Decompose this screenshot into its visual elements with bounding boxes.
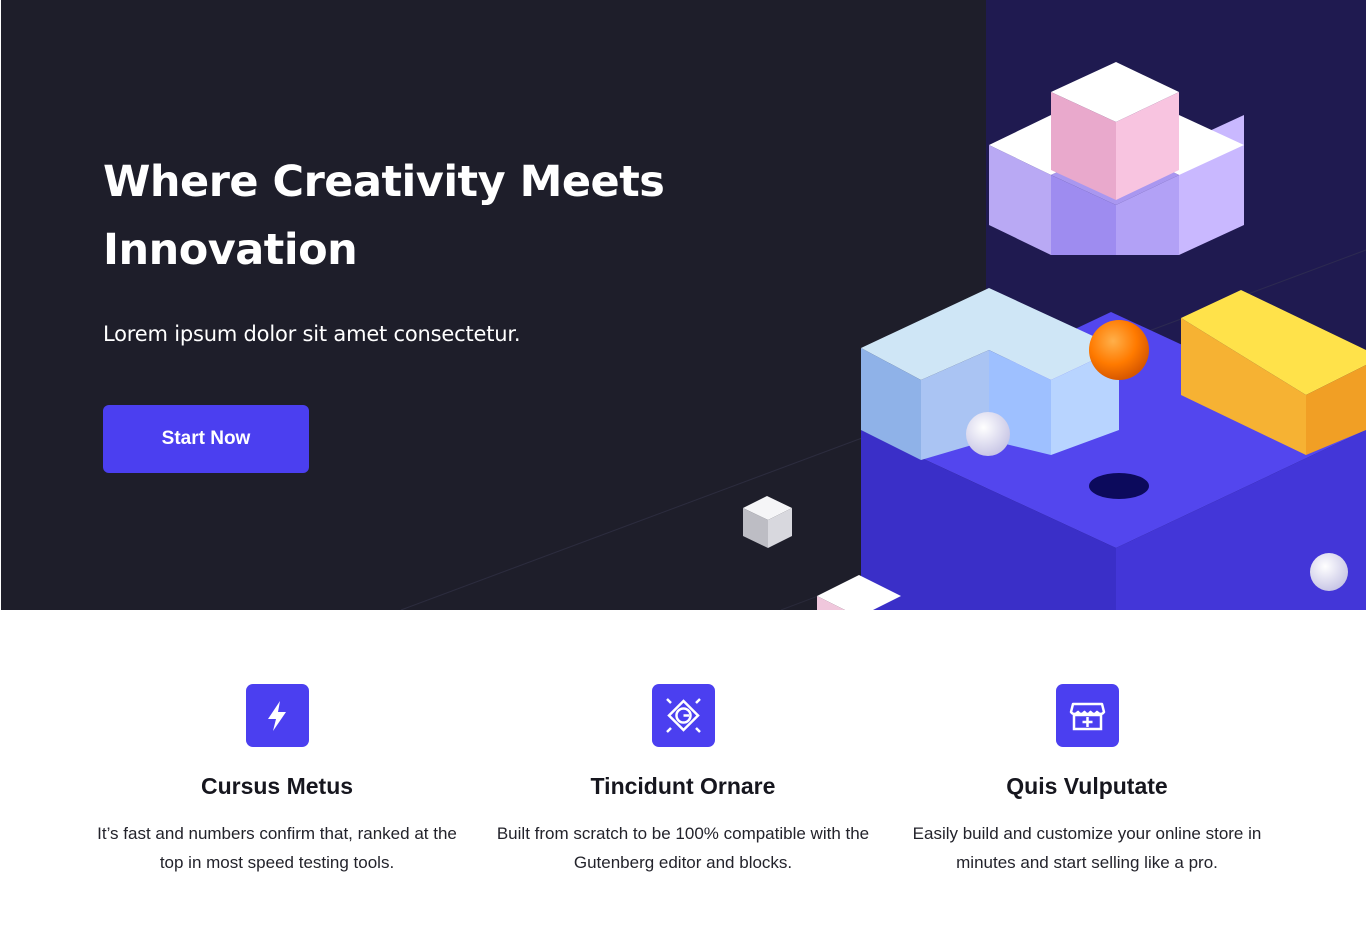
- hero-content: Where Creativity Meets Innovation Lorem …: [103, 148, 723, 348]
- feature-description: Easily build and customize your online s…: [912, 824, 1262, 872]
- feature-description: It’s fast and numbers confirm that, rank…: [97, 824, 457, 872]
- hero-section: Where Creativity Meets Innovation Lorem …: [1, 0, 1366, 610]
- lightning-bolt-icon: [245, 684, 309, 747]
- feature-card: Quis Vulputate Easily build and customiz…: [897, 684, 1277, 877]
- features-section: Cursus Metus It’s fast and numbers confi…: [0, 610, 1366, 938]
- feature-description: Built from scratch to be 100% compatible…: [496, 824, 870, 872]
- feature-card: Cursus Metus It’s fast and numbers confi…: [87, 684, 467, 877]
- feature-card: Tincidunt Ornare Built from scratch to b…: [493, 684, 873, 877]
- feature-title: Cursus Metus: [200, 773, 354, 799]
- hero-title: Where Creativity Meets Innovation: [103, 157, 665, 275]
- start-now-button[interactable]: Start Now: [103, 405, 309, 473]
- feature-title: Tincidunt Ornare: [590, 773, 776, 799]
- storefront-icon: [1055, 684, 1119, 747]
- feature-title: Quis Vulputate: [1006, 773, 1168, 799]
- gutenberg-block-icon: [651, 684, 715, 747]
- hero-subtitle: Lorem ipsum dolor sit amet consectetur.: [103, 322, 521, 346]
